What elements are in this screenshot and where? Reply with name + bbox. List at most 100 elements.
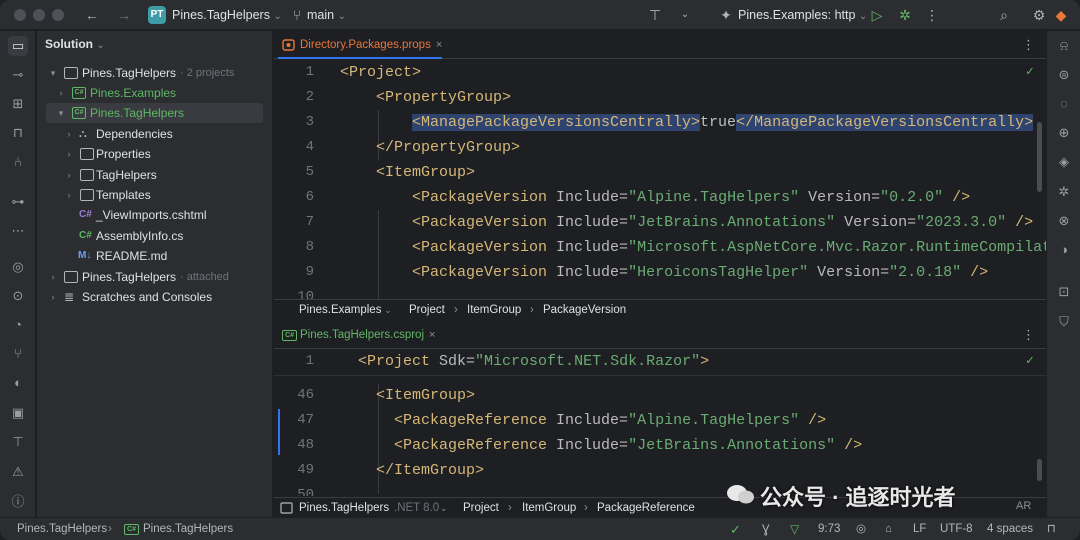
copilot-icon[interactable]: ◎ — [856, 518, 866, 540]
unlock-icon[interactable]: ⊓ — [1047, 518, 1056, 540]
chevron-down-icon[interactable]: ▾ — [55, 103, 67, 123]
info-icon[interactable]: ⓘ — [8, 492, 28, 512]
commit-icon[interactable]: ⊸ — [8, 65, 28, 85]
scrollbar-top[interactable] — [1037, 122, 1042, 192]
chevron-down-icon[interactable]: ⌄ — [675, 0, 695, 30]
breadcrumb-item[interactable]: PackageVersion — [543, 300, 626, 320]
project-badge[interactable]: PT — [148, 6, 166, 24]
more-vertical-icon[interactable]: ⋮ — [1022, 327, 1035, 343]
csharp-file-icon: C# — [79, 230, 92, 241]
chevron-right-icon[interactable]: › — [47, 287, 59, 307]
chevron-right-icon[interactable]: › — [63, 185, 75, 205]
structure-icon[interactable]: ⊞ — [8, 94, 28, 114]
tree-item-pines-taghelpers[interactable]: ▾ C# Pines.TagHelpers — [46, 103, 263, 123]
tree-item-readme[interactable]: M↓ README.md — [37, 246, 273, 266]
minimize-window-button[interactable] — [33, 9, 45, 21]
run-icon[interactable]: ▷ — [867, 0, 887, 30]
chevron-right-icon[interactable]: › — [63, 144, 75, 164]
database-icon[interactable]: ⊜ — [1054, 65, 1074, 85]
breadcrumb-item[interactable]: Project — [463, 498, 499, 518]
ai-spiral-icon[interactable]: ◌ — [1054, 94, 1074, 114]
tree-item-assemblyinfo[interactable]: C# AssemblyInfo.cs — [37, 226, 273, 246]
chevron-right-icon[interactable]: › — [47, 267, 59, 287]
search-icon[interactable]: ⌕ — [994, 0, 1014, 30]
no-problems-check-icon[interactable]: ✓ — [1026, 353, 1034, 368]
ai-icon[interactable]: Ɣ — [762, 518, 770, 540]
project-selector[interactable]: Pines.TagHelpers ⌄ — [172, 0, 282, 30]
bookmark-icon[interactable]: ⊓ — [8, 123, 28, 143]
build-icon[interactable]: ⊤ — [8, 432, 28, 452]
scrollbar-bottom[interactable] — [1037, 459, 1042, 481]
indent-setting[interactable]: 4 spaces — [987, 518, 1033, 540]
breadcrumb-item[interactable]: Pines.TagHelpers — [299, 498, 389, 518]
hammer-build-icon[interactable]: ⊤ — [645, 0, 665, 30]
chevron-right-icon[interactable]: › — [63, 165, 75, 185]
problems-icon[interactable]: ⚠ — [8, 462, 28, 482]
branch-selector[interactable]: main ⌄ — [307, 0, 346, 30]
close-icon[interactable]: × — [436, 39, 442, 51]
breadcrumb-item[interactable]: PackageReference — [597, 498, 695, 518]
tree-item-scratches[interactable]: › ≣ Scratches and Consoles — [37, 287, 273, 307]
notifications-icon[interactable]: ⍾ — [1054, 36, 1074, 56]
more-horizontal-icon[interactable]: ⋯ — [8, 221, 28, 241]
git-icon[interactable]: ⑂ — [8, 344, 28, 364]
close-window-button[interactable] — [14, 9, 26, 21]
ai-assistant-icon[interactable]: ◆ — [1051, 0, 1071, 30]
folder-icon — [80, 148, 94, 160]
dotnet-icon[interactable]: ◐ — [8, 373, 28, 393]
tree-item-attached[interactable]: › Pines.TagHelpers · attached — [37, 267, 273, 287]
breadcrumb-item[interactable]: ItemGroup — [522, 498, 576, 518]
coverage-icon[interactable]: ◑ — [1054, 240, 1074, 260]
project-panel-header[interactable]: Solution ⌄ — [45, 37, 105, 51]
close-icon[interactable]: × — [429, 329, 435, 341]
terminal-icon[interactable]: ▣ — [8, 403, 28, 423]
tab-pines-taghelpers-csproj[interactable]: C# Pines.TagHelpers.csproj × — [278, 321, 435, 349]
gear-icon[interactable]: ⚙ — [1029, 0, 1049, 30]
hierarchy-icon[interactable]: ⊶ — [8, 192, 28, 212]
globe-icon[interactable]: ⊕ — [1054, 123, 1074, 143]
tree-item-viewimports[interactable]: C# _ViewImports.cshtml — [37, 205, 273, 225]
no-problems-check-icon[interactable]: ✓ — [1026, 64, 1034, 79]
pull-requests-icon[interactable]: ⑃ — [8, 152, 28, 172]
tree-item-templates[interactable]: › Templates — [37, 185, 273, 205]
debug-icon[interactable]: ✲ — [895, 0, 915, 30]
check-circle-icon[interactable]: ✓ — [730, 518, 741, 540]
vcs-triangle-icon[interactable]: ▽ — [790, 518, 799, 540]
folder-icon[interactable]: ▭ — [8, 36, 28, 56]
csharp-project-icon: C# — [72, 107, 86, 119]
run-config-selector[interactable]: Pines.Examples: http ⌄ — [738, 0, 867, 30]
bug-icon[interactable]: ✲ — [1054, 182, 1074, 202]
chevron-down-icon[interactable]: ▾ — [47, 63, 59, 83]
code-editor-bottom[interactable]: 1 <Project Sdk="Microsoft.NET.Sdk.Razor">… — [274, 349, 1046, 496]
back-arrow-icon[interactable]: ← — [82, 0, 102, 30]
plugin-icon[interactable]: ◈ — [1054, 152, 1074, 172]
tree-item-properties[interactable]: › Properties — [37, 144, 273, 164]
profiler-icon[interactable]: ⊙ — [8, 286, 28, 306]
breadcrumb-item[interactable]: Project — [409, 300, 445, 320]
forward-arrow-icon[interactable]: → — [114, 0, 134, 30]
code-editor-top[interactable]: 1 <Project> 2 <PropertyGroup> 3 <ManagePack… — [274, 60, 1046, 301]
shield-icon[interactable]: ⛉ — [1054, 312, 1074, 332]
zoom-window-button[interactable] — [52, 9, 64, 21]
lock-open-icon[interactable]: ⌂ — [885, 518, 892, 540]
tree-item-solution[interactable]: ▾ Pines.TagHelpers · 2 projects — [37, 63, 273, 83]
documents-icon[interactable]: ⊡ — [1054, 282, 1074, 302]
more-vertical-icon[interactable]: ⋮ — [922, 0, 942, 30]
clock-icon[interactable]: ◔ — [8, 315, 28, 335]
line-ending[interactable]: LF — [913, 518, 926, 540]
tree-item-dependencies[interactable]: › ⛬ Dependencies — [37, 124, 273, 144]
more-vertical-icon[interactable]: ⋮ — [1022, 37, 1035, 53]
chevron-right-icon[interactable]: › — [55, 83, 67, 103]
chevron-right-icon[interactable]: › — [63, 124, 75, 144]
breadcrumb-item[interactable]: ItemGroup — [467, 300, 521, 320]
status-path-item[interactable]: Pines.TagHelpers — [143, 518, 233, 540]
breadcrumb-item[interactable]: Pines.Examples — [299, 300, 381, 320]
status-path-item[interactable]: Pines.TagHelpers — [17, 518, 107, 540]
file-encoding[interactable]: UTF-8 — [940, 518, 973, 540]
tab-directory-packages-props[interactable]: Directory.Packages.props × — [278, 31, 443, 59]
endpoints-icon[interactable]: ⊗ — [1054, 211, 1074, 231]
services-icon[interactable]: ◎ — [8, 257, 28, 277]
caret-position[interactable]: 9:73 — [818, 518, 840, 540]
tree-item-pines-examples[interactable]: › C# Pines.Examples — [37, 83, 273, 103]
tree-item-taghelpers[interactable]: › TagHelpers — [37, 165, 273, 185]
